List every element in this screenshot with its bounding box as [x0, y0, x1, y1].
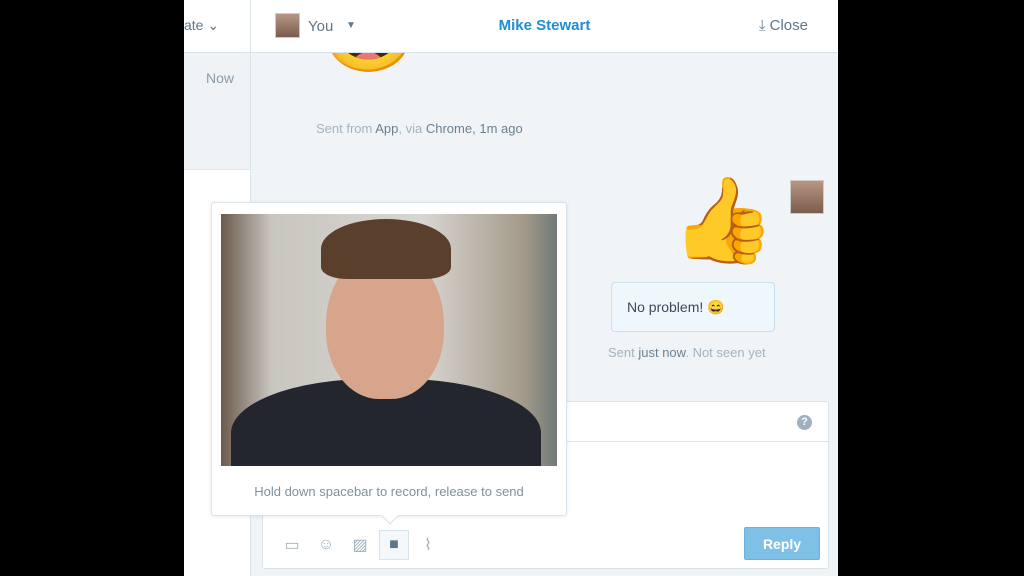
conversation-header: You ▼ Mike Stewart ⤓ Close	[251, 0, 838, 53]
inbox-icon[interactable]: ▭	[277, 530, 307, 560]
thumbs-up-emoji: 👍	[671, 173, 776, 267]
emoji-icon[interactable]: ☺	[311, 530, 341, 560]
message-bubble: No problem! 😄	[611, 282, 775, 332]
reply-button[interactable]: Reply	[744, 527, 820, 560]
chevron-down-icon: ⌄	[207, 17, 220, 33]
conversation-list-item[interactable]: Now	[184, 53, 250, 170]
message-meta: Sent from App, via Chrome, 1m ago	[316, 121, 523, 136]
image-icon[interactable]: ▨	[345, 530, 375, 560]
webcam-person-hair	[321, 219, 451, 279]
webcam-preview	[221, 214, 557, 466]
sidebar-sort-dropdown[interactable]: ate ⌄	[184, 0, 250, 53]
page-title[interactable]: Mike Stewart	[251, 17, 838, 34]
record-hint: Hold down spacebar to record, release to…	[254, 484, 524, 499]
conversation-time: Now	[205, 70, 234, 86]
avatar	[790, 180, 824, 214]
attachment-icon[interactable]: ⌇	[413, 530, 443, 560]
composer-toolbar: ▭ ☺ ▨ ■ ⌇	[277, 530, 443, 560]
video-record-popup: Hold down spacebar to record, release to…	[211, 202, 567, 525]
message-meta: Sent just now. Not seen yet	[608, 345, 766, 360]
inbox-download-icon: ⤓	[758, 17, 766, 34]
video-icon[interactable]: ■	[379, 530, 409, 560]
help-icon[interactable]: ?	[797, 415, 812, 430]
close-button[interactable]: ⤓ Close	[759, 17, 808, 34]
